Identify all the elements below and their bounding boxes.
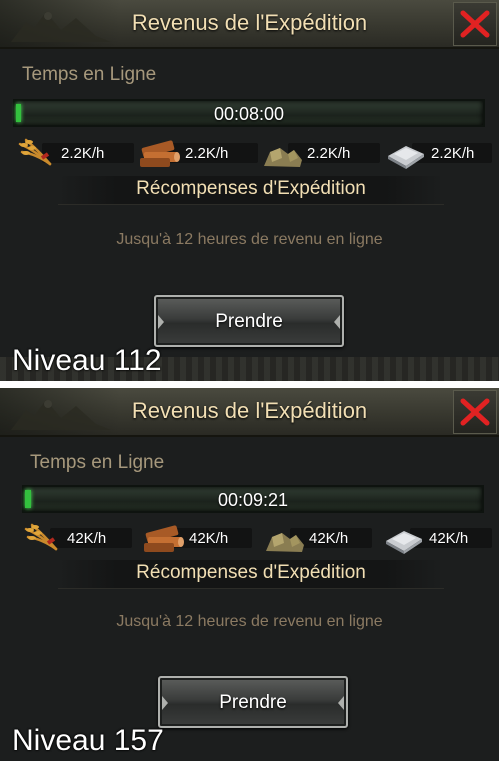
resource-wood: 2.2K/h xyxy=(138,136,228,170)
resource-wheat: 2.2K/h xyxy=(16,136,104,170)
online-timer: 00:09:21 xyxy=(217,490,289,510)
iron-rate: 42K/h xyxy=(429,529,469,547)
iron-icon xyxy=(386,531,422,554)
resource-iron: 2.2K/h xyxy=(384,136,474,170)
level-caption: Niveau 112 xyxy=(12,344,162,377)
close-icon xyxy=(460,10,490,38)
level-caption: Niveau 157 xyxy=(12,724,164,757)
resource-stone: 2.2K/h xyxy=(260,136,350,170)
wheat-rate: 42K/h xyxy=(67,529,107,547)
income-limit-note: Jusqu'à 12 heures de revenu en ligne xyxy=(116,613,383,630)
resource-wood: 42K/h xyxy=(142,521,228,555)
close-icon xyxy=(460,398,490,426)
rewards-heading-band: Récompenses d'Expédition xyxy=(58,560,444,589)
resource-stone: 42K/h xyxy=(262,521,348,555)
expedition-panel-level-112: Revenus de l'Expédition Temps en Ligne 0… xyxy=(0,0,499,381)
stone-rate: 2.2K/h xyxy=(307,144,351,162)
take-button-label: Prendre xyxy=(215,311,283,332)
rewards-heading: Récompenses d'Expédition xyxy=(136,562,366,583)
take-button-label: Prendre xyxy=(219,692,287,713)
online-time-label: Temps en Ligne xyxy=(30,452,165,473)
wheat-rate: 2.2K/h xyxy=(61,144,105,162)
take-button[interactable]: Prendre xyxy=(154,295,344,347)
stone-icon xyxy=(264,148,302,167)
wheat-icon xyxy=(18,138,52,166)
take-button[interactable]: Prendre xyxy=(158,676,348,728)
online-time-progress-bar: 00:08:00 xyxy=(13,99,485,127)
online-timer: 00:08:00 xyxy=(213,104,285,124)
stone-rate: 42K/h xyxy=(309,529,349,547)
online-time-label: Temps en Ligne xyxy=(22,64,157,85)
panel-title: Revenus de l'Expédition xyxy=(131,398,368,423)
panel-title: Revenus de l'Expédition xyxy=(131,10,368,35)
panel-header: Revenus de l'Expédition xyxy=(0,0,499,49)
rewards-heading: Récompenses d'Expédition xyxy=(136,178,366,199)
wood-icon xyxy=(140,140,180,167)
expedition-panel-level-157: Revenus de l'Expédition Temps en Ligne 0… xyxy=(0,388,499,761)
close-button[interactable] xyxy=(453,390,497,434)
income-limit-note: Jusqu'à 12 heures de revenu en ligne xyxy=(116,231,383,248)
rewards-heading-band: Récompenses d'Expédition xyxy=(58,176,444,205)
wood-rate: 42K/h xyxy=(189,529,229,547)
wood-icon xyxy=(144,525,184,552)
resource-wheat: 42K/h xyxy=(22,521,106,555)
online-time-progress-bar: 00:09:21 xyxy=(22,485,484,513)
stone-icon xyxy=(266,533,304,552)
wheat-icon xyxy=(24,523,58,551)
iron-icon xyxy=(388,146,424,169)
wood-rate: 2.2K/h xyxy=(185,144,229,162)
close-button[interactable] xyxy=(453,2,497,46)
panel-header: Revenus de l'Expédition xyxy=(0,388,499,437)
resource-iron: 42K/h xyxy=(382,521,468,555)
iron-rate: 2.2K/h xyxy=(431,144,475,162)
